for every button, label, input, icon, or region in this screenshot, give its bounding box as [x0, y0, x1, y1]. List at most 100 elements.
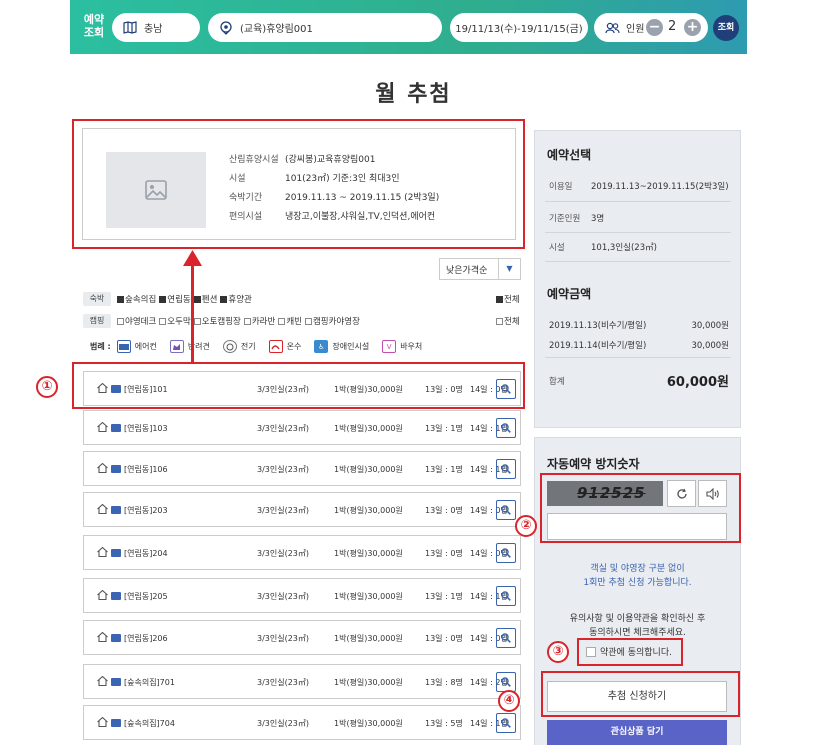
room-detail-button[interactable] — [496, 672, 516, 692]
amount-title: 예약금액 — [547, 287, 592, 301]
map-icon — [122, 21, 138, 35]
filter-checkbox-stay-3[interactable]: 펜션 — [193, 293, 217, 305]
date-range-value: 19/11/13(수)-19/11/15(금) — [455, 24, 583, 35]
room-price: 1박(평일)30,000원 — [334, 424, 403, 433]
people-label: 인원 — [626, 24, 645, 35]
room-detail-button[interactable] — [496, 713, 516, 733]
hot-water-icon — [268, 340, 283, 353]
marker-1: ① — [36, 376, 58, 398]
facility-value: (교육)휴양림001 — [240, 24, 313, 35]
room-row[interactable]: [연립동]103 3/3인실(23㎡) 1박(평일)30,000원 13일 : 1명 1… — [83, 410, 521, 445]
filter-checkbox-stay-4[interactable]: 휴양관 — [220, 293, 252, 305]
legend-pet: 반려견 — [169, 340, 210, 353]
filter-checkbox-camp-1[interactable]: 야영데크 — [117, 315, 156, 327]
room-day1-count: 13일 : 1명 — [425, 592, 463, 601]
aircon-icon — [111, 634, 121, 642]
room-detail-button[interactable] — [496, 500, 516, 520]
room-size: 3/3인실(23㎡) — [257, 549, 310, 558]
house-icon — [97, 546, 108, 559]
marker-4: ④ — [498, 690, 520, 712]
room-name: [숲속의집]701 — [124, 678, 175, 687]
room-name: [연립동]204 — [124, 549, 168, 558]
magnifier-icon — [501, 548, 511, 558]
people-plus-button[interactable]: + — [684, 19, 701, 36]
location-pin-icon — [218, 20, 234, 35]
filter-checkbox-camp-5[interactable]: 캐빈 — [278, 315, 302, 327]
room-row[interactable]: [연립동]206 3/3인실(23㎡) 1박(평일)30,000원 13일 : 0명 1… — [83, 620, 521, 655]
room-row[interactable]: [연립동]106 3/3인실(23㎡) 1박(평일)30,000원 13일 : 1명 1… — [83, 451, 521, 486]
house-icon — [97, 631, 108, 644]
wheelchair-icon: ♿ — [314, 340, 329, 353]
magnifier-icon — [501, 677, 511, 687]
selection-row: 기준인원 3명 — [549, 214, 605, 224]
filter-checkbox-camp-2[interactable]: 오두막 — [159, 315, 191, 327]
filter-checkbox-camp-6[interactable]: 캠핑카야영장 — [304, 315, 360, 327]
room-size: 3/3인실(23㎡) — [257, 678, 310, 687]
camp-filter: 캠핑 야영데크 오두막 오토캠핑장 카라반 캐빈 캠핑카야영장 전체 — [83, 314, 523, 328]
filter-checkbox-stay-1[interactable]: 숲속의집 — [117, 293, 156, 305]
amount-row: 2019.11.13(비수기/평일) 30,000원 — [549, 321, 729, 331]
add-to-wishlist-button[interactable]: 관심상품 담기 — [547, 720, 727, 745]
aircon-icon — [111, 719, 121, 727]
date-range-select[interactable]: 19/11/13(수)-19/11/15(금) — [450, 13, 588, 42]
legend-title: 범례 : — [90, 342, 111, 351]
room-size: 3/3인실(23㎡) — [257, 424, 310, 433]
room-price: 1박(평일)30,000원 — [334, 465, 403, 474]
facility-select[interactable]: (교육)휴양림001 — [208, 13, 442, 42]
legend: 범례 : 에어컨 반려견 전기 온수 ♿ 장애인시설 V 바우처 — [90, 340, 435, 353]
room-row[interactable]: [연립동]205 3/3인실(23㎡) 1박(평일)30,000원 13일 : 1명 1… — [83, 578, 521, 613]
people-minus-button[interactable]: − — [646, 19, 663, 36]
room-detail-button[interactable] — [496, 418, 516, 438]
filter-checkbox-stay-2[interactable]: 연립동 — [159, 293, 191, 305]
legend-aircon: 에어컨 — [116, 340, 157, 353]
room-size: 3/3인실(23㎡) — [257, 506, 310, 515]
chevron-down-icon: ▼ — [498, 259, 520, 279]
amount-row: 2019.11.14(비수기/평일) 30,000원 — [549, 341, 729, 351]
filter-checkbox-camp-3[interactable]: 오토캠핑장 — [193, 315, 241, 327]
region-select[interactable]: 충남 — [112, 13, 200, 42]
lottery-notice: 객실 및 야영장 구분 없이 1회만 추첨 신청 가능합니다. — [583, 564, 692, 588]
electric-plug-icon — [222, 340, 237, 353]
room-price: 1박(평일)30,000원 — [334, 506, 403, 515]
marker-3: ③ — [547, 641, 569, 663]
room-row[interactable]: [숲속의집]701 3/3인실(23㎡) 1박(평일)30,000원 13일 : 8명… — [83, 664, 521, 699]
room-name: [연립동]106 — [124, 465, 168, 474]
captcha-title: 자동예약 방지숫자 — [547, 457, 640, 471]
room-row[interactable]: [연립동]203 3/3인실(23㎡) 1박(평일)30,000원 13일 : 0명 1… — [83, 492, 521, 527]
room-row[interactable]: [연립동]204 3/3인실(23㎡) 1박(평일)30,000원 13일 : 0명 1… — [83, 535, 521, 570]
highlight-box-apply — [541, 671, 740, 717]
highlight-box-agree — [577, 638, 683, 666]
voucher-icon: V — [382, 340, 397, 353]
room-detail-button[interactable] — [496, 586, 516, 606]
filter-checkbox-stay-all[interactable]: 전체 — [496, 293, 520, 305]
room-day1-count: 13일 : 5명 — [425, 719, 463, 728]
terms-notice: 유의사항 및 이용약관을 확인하신 후 동의하시면 체크해주세요. — [569, 614, 706, 638]
sort-select[interactable]: 낮은가격순 ▼ — [439, 258, 521, 280]
room-row[interactable]: [숲속의집]704 3/3인실(23㎡) 1박(평일)30,000원 13일 : 5명… — [83, 705, 521, 740]
aircon-icon — [111, 424, 121, 432]
room-name: [숲속의집]704 — [124, 719, 175, 728]
house-icon — [97, 589, 108, 602]
room-detail-button[interactable] — [496, 459, 516, 479]
room-name: [연립동]205 — [124, 592, 168, 601]
magnifier-icon — [501, 633, 511, 643]
legend-hotwater: 온수 — [268, 340, 301, 353]
room-size: 3/3인실(23㎡) — [257, 592, 310, 601]
room-price: 1박(평일)30,000원 — [334, 678, 403, 687]
selection-row: 시설 101,3인실(23㎡) — [549, 243, 657, 253]
room-name: [연립동]103 — [124, 424, 168, 433]
filter-checkbox-camp-4[interactable]: 카라반 — [243, 315, 275, 327]
highlight-box-captcha — [540, 473, 741, 543]
legend-voucher: V 바우처 — [382, 340, 422, 353]
reservation-lookup-label: 예약 조회 — [83, 13, 105, 39]
house-icon — [97, 675, 108, 688]
reservation-summary-panel: 예약선택 이용일 2019.11.13~2019.11.15(2박3일) 기준인원… — [534, 130, 741, 428]
lookup-button[interactable]: 조회 — [713, 15, 739, 41]
room-detail-button[interactable] — [496, 628, 516, 648]
sort-value: 낮은가격순 — [446, 265, 488, 276]
room-day1-count: 13일 : 0명 — [425, 506, 463, 515]
amount-total: 합계 60,000원 — [549, 375, 729, 390]
room-detail-button[interactable] — [496, 543, 516, 563]
filter-checkbox-camp-all[interactable]: 전체 — [496, 315, 520, 327]
house-icon — [97, 503, 108, 516]
